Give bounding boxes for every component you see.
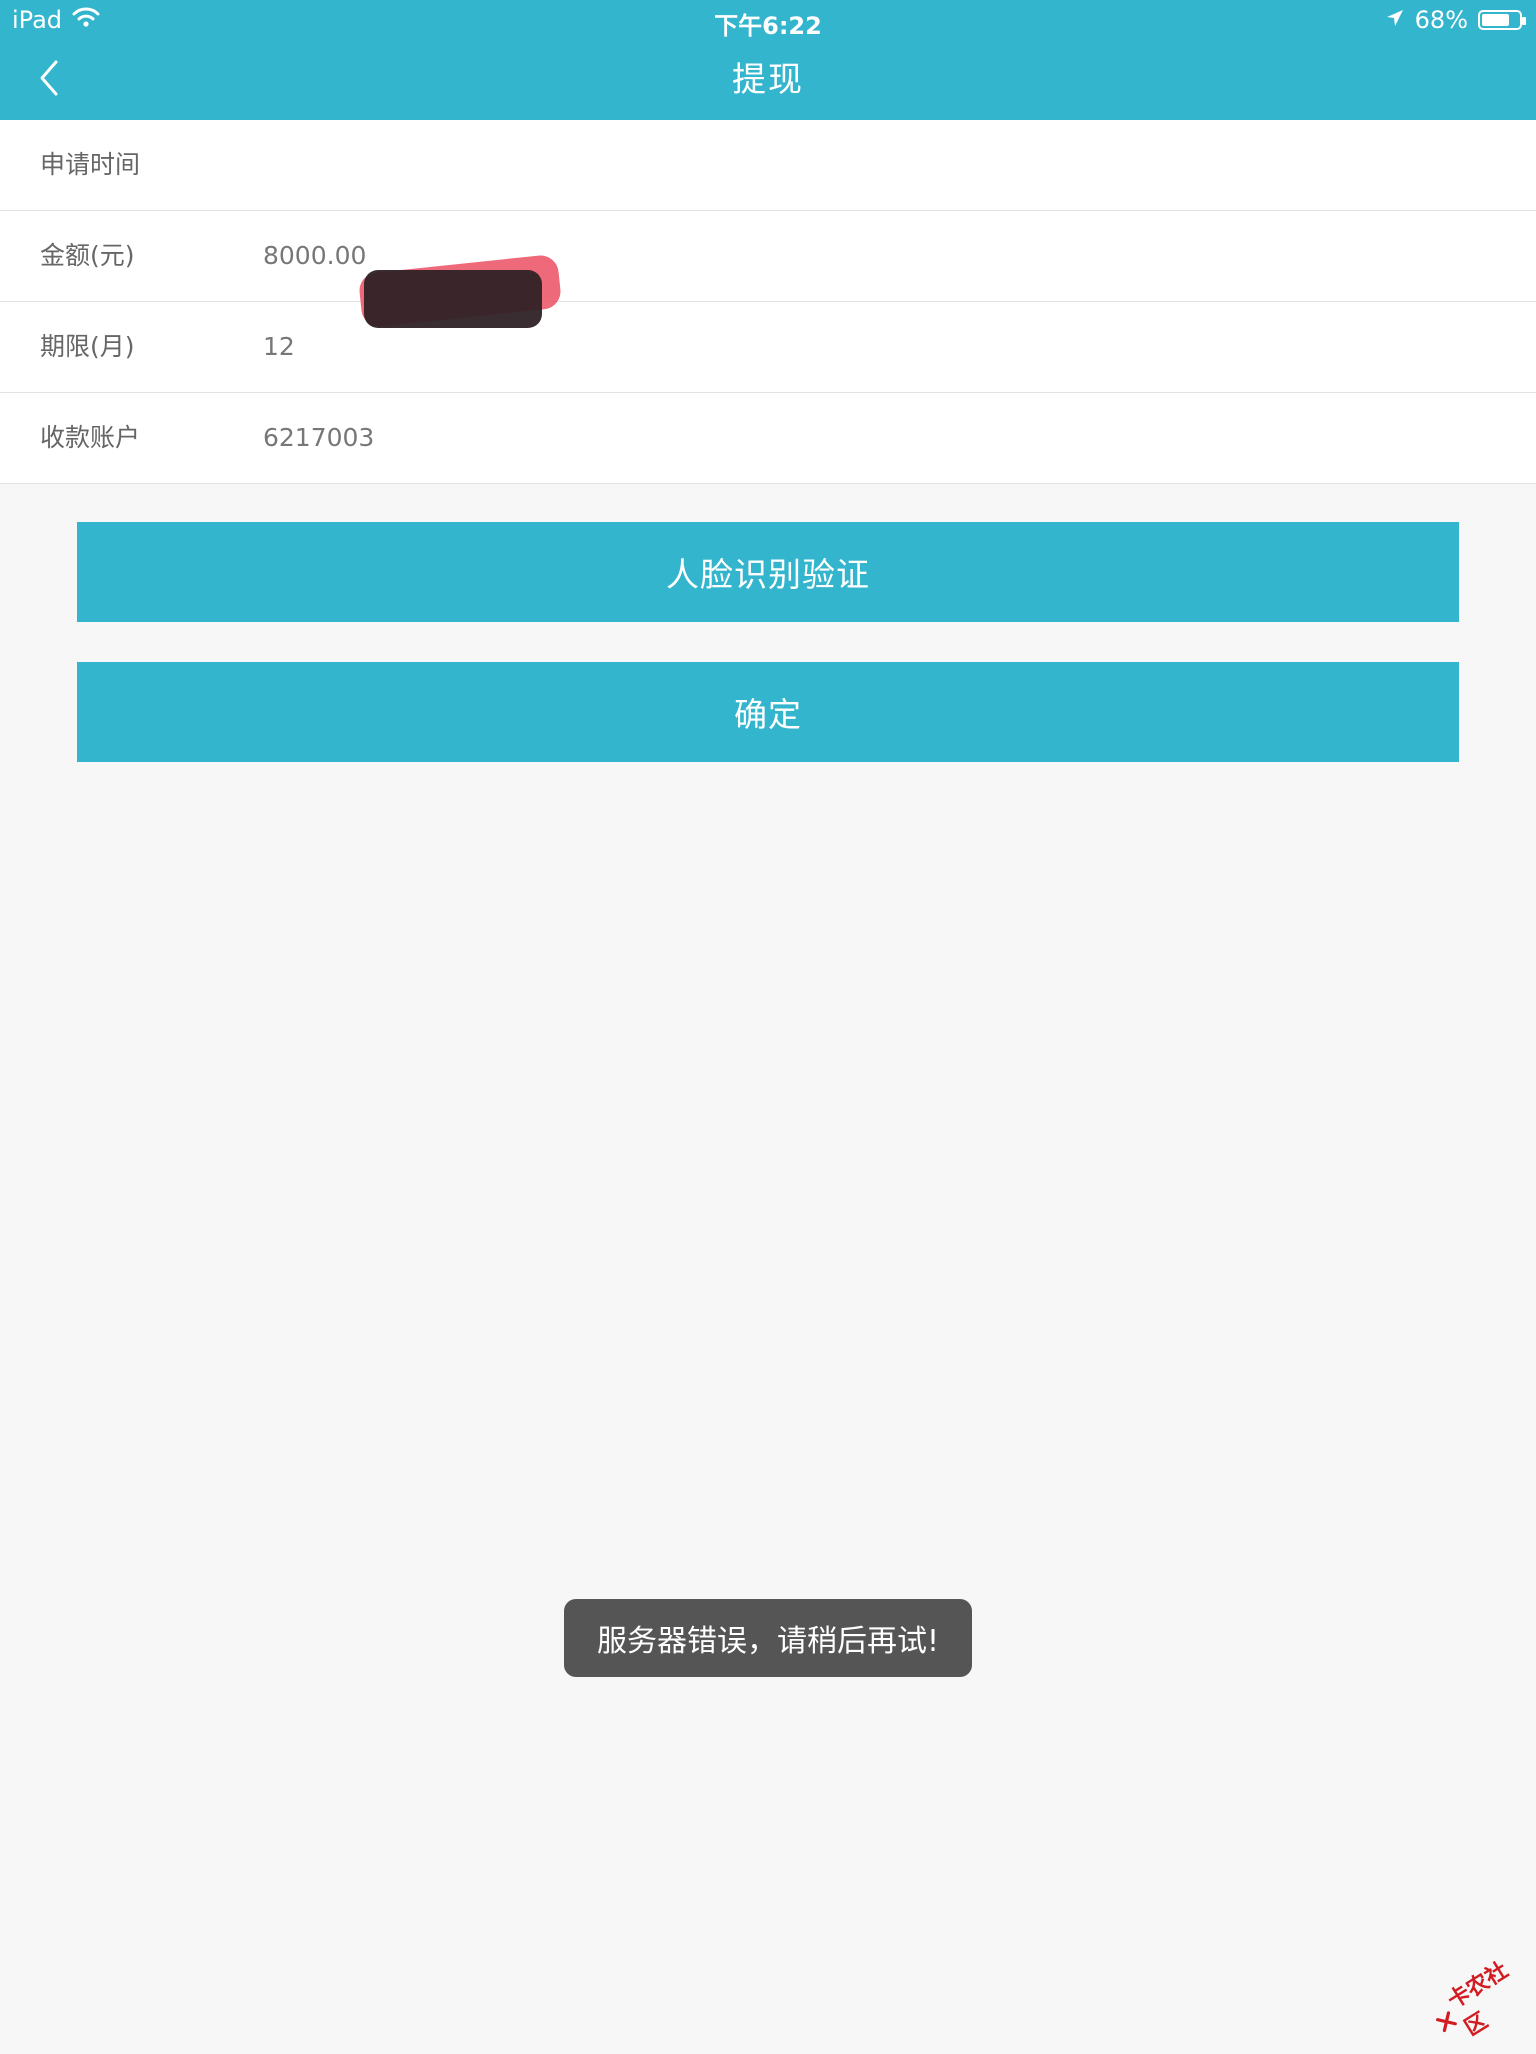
row-label: 期限(月) — [40, 332, 135, 361]
row-term: 期限(月) 12 — [0, 302, 1536, 393]
row-label: 申请时间 — [40, 150, 141, 179]
status-time: 下午6:22 — [714, 12, 822, 40]
row-label: 收款账户 — [40, 423, 141, 452]
row-label: 金额(元) — [40, 241, 135, 270]
page-title: 提现 — [732, 60, 804, 100]
status-bar: iPad 下午6:22 68% — [0, 0, 1536, 40]
header: iPad 下午6:22 68% 提现 — [0, 0, 1536, 120]
location-arrow-icon — [1385, 6, 1405, 34]
row-amount: 金额(元) 8000.00 — [0, 211, 1536, 302]
row-value: 8000.00 — [263, 241, 367, 270]
watermark: 卡农社区 — [1428, 1958, 1527, 2044]
withdraw-info-list: 申请时间 金额(元) 8000.00 期限(月) 12 收款账户 6217003 — [0, 120, 1536, 484]
battery-percent: 68% — [1414, 6, 1468, 34]
row-value: 12 — [263, 332, 295, 361]
row-account: 收款账户 6217003 — [0, 393, 1536, 484]
nav-bar: 提现 — [0, 40, 1536, 120]
row-value: 6217003 — [263, 423, 375, 452]
status-right: 68% — [1385, 6, 1526, 34]
battery-icon — [1478, 10, 1526, 30]
face-verify-button[interactable]: 人脸识别验证 — [77, 522, 1459, 622]
confirm-button[interactable]: 确定 — [77, 662, 1459, 762]
row-apply-time: 申请时间 — [0, 120, 1536, 211]
error-toast: 服务器错误，请稍后再试! — [564, 1599, 972, 1677]
